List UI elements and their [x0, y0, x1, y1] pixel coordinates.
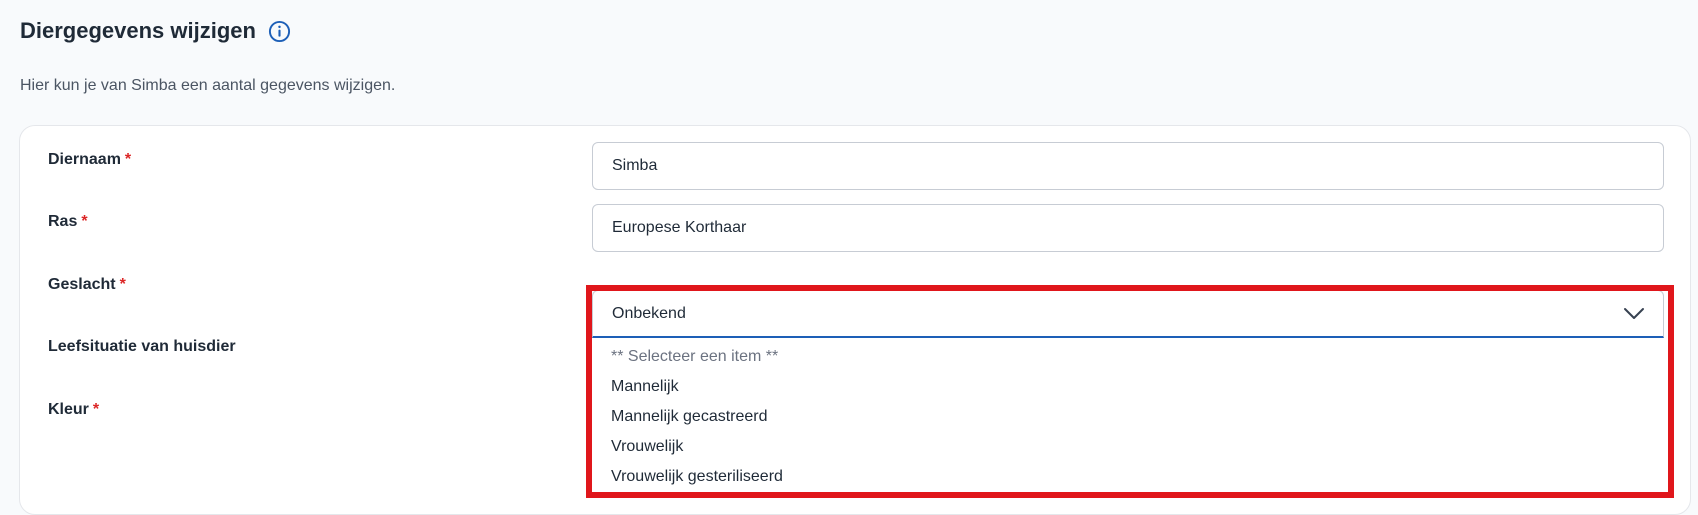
page-subtitle: Hier kun je van Simba een aantal gegeven…	[20, 77, 396, 94]
gender-label-text: Geslacht	[48, 276, 116, 293]
gender-options-list: ** Selecteer een item ** Mannelijk Manne…	[592, 338, 1664, 501]
pet-name-label: Diernaam *	[48, 151, 131, 169]
page-title: Diergegevens wijzigen	[20, 18, 256, 43]
page-header: Diergegevens wijzigen	[20, 18, 291, 44]
color-label-text: Kleur	[48, 401, 89, 418]
info-circle-icon[interactable]	[268, 20, 291, 43]
gender-select[interactable]: Onbekend	[592, 290, 1664, 338]
required-marker: *	[81, 213, 88, 230]
required-marker: *	[119, 276, 126, 293]
gender-option-male[interactable]: Mannelijk	[592, 372, 1664, 402]
gender-option-male-neutered[interactable]: Mannelijk gecastreerd	[592, 402, 1664, 432]
color-label: Kleur *	[48, 401, 99, 419]
required-marker: *	[92, 401, 100, 418]
breed-input[interactable]	[592, 204, 1664, 252]
gender-option-female-spayed[interactable]: Vrouwelijk gesteriliseerd	[592, 462, 1664, 492]
required-marker: *	[124, 151, 132, 168]
breed-label-text: Ras	[48, 213, 78, 230]
pet-details-form: Diernaam* Ras* Geslacht* Onbekend ** Sel…	[19, 125, 1691, 515]
breed-label: Ras *	[48, 213, 88, 231]
living-situation-label: Leefsituatie van huisdier	[48, 338, 236, 355]
pet-name-input[interactable]	[592, 142, 1664, 190]
gender-label: Geslacht *	[48, 276, 126, 294]
gender-selected-value: Onbekend	[612, 304, 686, 322]
chevron-down-icon[interactable]	[1623, 307, 1645, 321]
gender-option-female[interactable]: Vrouwelijk	[592, 432, 1664, 462]
pet-name-label-text: Diernaam	[48, 151, 121, 168]
gender-option-placeholder[interactable]: ** Selecteer een item **	[592, 342, 1664, 372]
